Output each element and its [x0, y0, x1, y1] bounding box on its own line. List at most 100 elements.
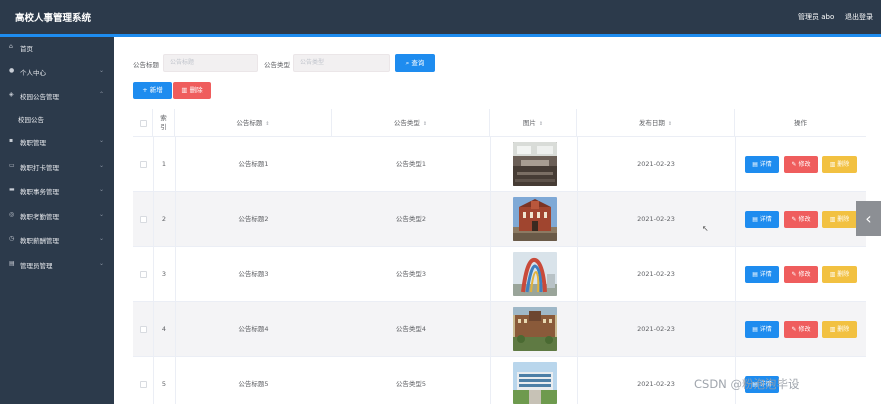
sort-icon: ⇕ — [265, 121, 270, 127]
batch-delete-button[interactable]: ▥ 删除 — [173, 82, 211, 99]
detail-button[interactable]: ▤ 详情 — [745, 266, 779, 283]
briefcase-icon: ▪ — [9, 137, 14, 144]
delete-button[interactable]: ▥ 删除 — [822, 321, 857, 338]
edit-button[interactable]: ✎ 修改 — [784, 321, 818, 338]
sidebar-item-staff[interactable]: ▪ 教职管理 ⌄ — [0, 133, 114, 151]
side-drawer-toggle[interactable]: ‹ — [856, 201, 881, 236]
cell-type: 公告类型3 — [395, 270, 427, 278]
chevron-up-icon: ⌃ — [99, 91, 105, 98]
lecture-hall-photo[interactable] — [513, 142, 557, 186]
delete-label: 删除 — [837, 271, 850, 278]
cell-date: 2021-02-23 — [637, 215, 675, 223]
pencil-icon: ✎ — [791, 161, 797, 168]
cell-title: 公告标题3 — [238, 270, 269, 278]
sidebar-item-label: 教职事务管理 — [20, 188, 59, 196]
cell-title: 公告标题5 — [238, 380, 269, 388]
table-header: 索引 公告标题 ⇕ 公告类型 ⇕ 图片 ⇕ 发布日期 ⇕ 操作 — [133, 109, 866, 137]
row-checkbox[interactable] — [140, 381, 147, 388]
logout-link[interactable]: 退出登录 — [845, 12, 873, 22]
cell-type: 公告类型2 — [395, 215, 427, 223]
chevron-down-icon: ⌄ — [99, 211, 105, 218]
table-row: 4 公告标题4 公告类型4 2021-02-23 ▤ 详情 ✎ 修改 ▥ 删除 — [133, 302, 866, 357]
trash-icon: ▥ — [829, 161, 836, 168]
column-type-label: 公告类型 — [393, 119, 420, 127]
delete-label: 删除 — [837, 326, 850, 333]
sidebar-item-profile[interactable]: ● 个人中心 ⌄ — [0, 63, 114, 81]
table-row: 1 公告标题1 公告类型1 2021-02-23 ▤ 详情 ✎ 修改 ▥ 删除 — [133, 137, 866, 192]
column-index-label: 索引 — [160, 114, 167, 131]
edit-label: 修改 — [798, 271, 811, 278]
sidebar-item-admins[interactable]: ▤ 管理员管理 ⌄ — [0, 256, 114, 274]
bell-icon: ◈ — [9, 91, 14, 98]
title-search-input[interactable]: 公告标题 — [163, 54, 258, 72]
add-button[interactable]: + 新增 — [133, 82, 172, 99]
chevron-down-icon: ⌄ — [99, 67, 105, 74]
column-date[interactable]: 发布日期 ⇕ — [577, 109, 735, 137]
row-checkbox[interactable] — [140, 326, 147, 333]
title-filter-label: 公告标题 — [133, 61, 159, 69]
cell-index: 3 — [161, 270, 167, 278]
sidebar-item-affairs[interactable]: ▬ 教职事务管理 ⌄ — [0, 182, 114, 200]
mouse-cursor-icon: ↖ — [702, 224, 709, 233]
detail-button[interactable]: ▤ 详情 — [745, 211, 779, 228]
campus-building-photo[interactable] — [513, 307, 557, 351]
modern-campus-photo[interactable] — [513, 362, 557, 404]
column-image[interactable]: 图片 ⇕ — [490, 109, 577, 137]
sidebar-subitem-announcement[interactable]: 校园公告 — [0, 110, 114, 128]
trash-icon: ▥ — [829, 271, 836, 278]
edit-button[interactable]: ✎ 修改 — [784, 156, 818, 173]
admin-icon: ▤ — [9, 260, 15, 267]
sidebar-item-label: 教职管理 — [20, 139, 46, 147]
app-title: 高校人事管理系统 — [15, 13, 92, 24]
table-row: 3 公告标题3 公告类型3 2021-02-23 ▤ 详情 ✎ 修改 ▥ 删除 — [133, 247, 866, 302]
search-icon: ⌕ — [405, 59, 410, 67]
sidebar-item-clockin[interactable]: ▭ 教职打卡管理 ⌄ — [0, 158, 114, 176]
sculpture-photo[interactable] — [513, 252, 557, 296]
column-title-label: 公告标题 — [236, 119, 263, 127]
sidebar-item-label: 管理员管理 — [20, 262, 53, 270]
sidebar-item-attendance[interactable]: ◎ 教职考勤管理 ⌄ — [0, 207, 114, 225]
delete-button[interactable]: ▥ 删除 — [822, 266, 857, 283]
folder-icon: ▬ — [9, 186, 15, 193]
sidebar-item-home[interactable]: ⌂ 首页 — [0, 39, 114, 57]
calendar-icon: ▭ — [9, 162, 15, 169]
cell-index: 5 — [161, 380, 167, 388]
select-all-checkbox[interactable] — [140, 120, 147, 127]
column-divider — [577, 137, 578, 404]
brick-building-photo[interactable] — [513, 197, 557, 241]
column-title[interactable]: 公告标题 ⇕ — [175, 109, 332, 137]
trash-icon: ▥ — [829, 216, 836, 223]
detail-button[interactable]: ▤ 详情 — [745, 321, 779, 338]
detail-label: 详情 — [759, 326, 772, 333]
delete-label: 删除 — [837, 216, 850, 223]
edit-label: 修改 — [798, 326, 811, 333]
detail-label: 详情 — [759, 271, 772, 278]
document-icon: ▤ — [752, 216, 758, 223]
delete-label: 删除 — [837, 161, 850, 168]
sidebar-item-announcement-mgmt[interactable]: ◈ 校园公告管理 ⌃ — [0, 87, 114, 105]
plus-icon: + — [142, 86, 148, 94]
chevron-down-icon: ⌄ — [99, 260, 105, 267]
delete-button[interactable]: ▥ 删除 — [822, 156, 857, 173]
sidebar-item-label: 校园公告管理 — [20, 93, 59, 101]
search-button-label: 查询 — [411, 59, 425, 67]
column-type[interactable]: 公告类型 ⇕ — [332, 109, 490, 137]
delete-button[interactable]: ▥ 删除 — [822, 211, 857, 228]
sidebar-item-label: 校园公告 — [18, 116, 44, 124]
cell-date: 2021-02-23 — [637, 325, 675, 333]
detail-button[interactable]: ▤ 详情 — [745, 156, 779, 173]
cell-type: 公告类型1 — [395, 160, 427, 168]
row-checkbox[interactable] — [140, 271, 147, 278]
sort-icon: ⇕ — [667, 121, 673, 127]
row-checkbox[interactable] — [140, 216, 147, 223]
edit-button[interactable]: ✎ 修改 — [784, 266, 818, 283]
search-button[interactable]: ⌕ 查询 — [395, 54, 435, 72]
edit-button[interactable]: ✎ 修改 — [784, 211, 818, 228]
column-divider — [153, 137, 154, 404]
table-row: 2 公告标题2 公告类型2 2021-02-23 ▤ 详情 ✎ 修改 ▥ 删除 — [133, 192, 866, 247]
accent-bar — [0, 34, 881, 37]
row-checkbox[interactable] — [140, 161, 147, 168]
cell-title: 公告标题2 — [238, 215, 269, 223]
type-search-input[interactable]: 公告类型 — [293, 54, 390, 72]
sidebar-item-salary[interactable]: ◷ 教职薪酬管理 ⌄ — [0, 231, 114, 249]
